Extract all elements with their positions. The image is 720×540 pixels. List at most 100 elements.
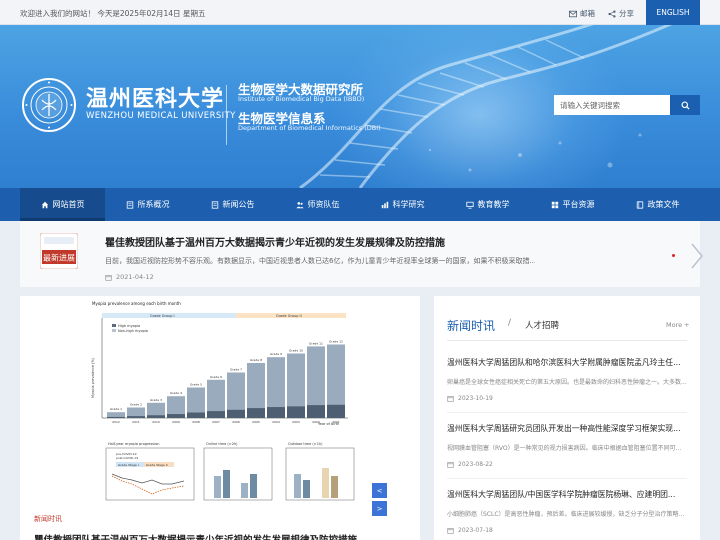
list-item-title[interactable]: 温州医科大学周猛团队/中国医学科学院肿瘤医院杨琳、应建明团...	[447, 489, 687, 500]
figure-year-label: 2004	[272, 420, 280, 424]
panel-b-pre-line	[111, 473, 185, 485]
welcome-text: 欢迎进入我们的网站！ 今天是2025年02月14日 星期五	[20, 9, 206, 18]
main-nav: 网站首页 所系概况 新闻公告 师资队伍 科学研究 教育教学 平台资源 政策文件	[0, 188, 720, 221]
grid-icon	[551, 201, 558, 208]
figure-year-label: 2005	[252, 420, 260, 424]
book-icon	[636, 200, 643, 209]
figure-bar-high	[247, 408, 265, 418]
figure-year-label: 2009	[172, 420, 180, 424]
figure-bar-high	[267, 407, 285, 418]
figure-grade-label: Grade 1	[110, 407, 122, 411]
figure-grade-label: Grade 2	[130, 403, 142, 407]
nav-label: 教育教学	[477, 200, 510, 209]
nav-item-platform[interactable]: 平台资源	[530, 188, 615, 221]
tab-news[interactable]: 新闻时讯	[447, 317, 495, 334]
main-news-tag: 新闻时讯	[34, 515, 62, 523]
legend-nonhigh: Non-high myopia	[118, 329, 148, 333]
figure-year-label: 2003	[292, 420, 300, 424]
department-name-en: Department of Biomedical Informatics (DB…	[238, 124, 381, 132]
panel-d-bars	[294, 468, 338, 498]
figure-grade-label: Grade 8	[250, 358, 262, 362]
list-item[interactable]: 温州医科大学周猛团队和哈尔滨医科大学附属肿瘤医院孟凡玲主任... 卵巢癌是全球女…	[447, 357, 687, 402]
calendar-icon	[447, 528, 454, 534]
slider-prev-button[interactable]: <	[372, 483, 387, 498]
date-text: 2023-07-18	[458, 527, 493, 534]
mail-label: 邮箱	[580, 9, 595, 18]
figure-bar-high	[287, 406, 305, 418]
news-list-panel: 新闻时讯 / 人才招聘 More + 温州医科大学周猛团队和哈尔滨医科大学附属肿…	[434, 296, 700, 540]
chevron-right-icon[interactable]	[690, 243, 704, 269]
figure-grade-label: Grade 3	[150, 398, 162, 402]
figure-grade-label: Grade 5	[190, 383, 202, 387]
legend-high: High myopia	[118, 324, 140, 328]
figure-grade-label: Grade 6	[210, 375, 222, 379]
figure-ylabel: Myopia prevalence (%)	[91, 357, 95, 398]
institute-name-en: Institute of Biomedical Big Data (IBBD)	[238, 95, 365, 103]
figure-year-label: 2007	[212, 420, 220, 424]
screen-icon	[465, 201, 474, 209]
share-icon	[608, 9, 616, 18]
tab-recruitment[interactable]: 人才招聘	[525, 319, 559, 331]
figure-year-label: 2002	[312, 420, 320, 424]
slider-next-button[interactable]: >	[372, 501, 387, 516]
document-icon	[126, 200, 133, 209]
nav-item-home[interactable]: 网站首页	[20, 188, 105, 221]
share-label: 分享	[619, 9, 634, 18]
home-icon	[41, 201, 48, 208]
tab-separator: /	[508, 318, 512, 328]
figure-year-label: 2001	[332, 420, 340, 424]
nav-label: 新闻公告	[222, 200, 255, 209]
date-text: 2023-08-22	[458, 461, 493, 468]
search-button[interactable]	[670, 95, 700, 115]
list-item-title[interactable]: 温州医科大学周猛研究员团队开发出一种高性能深度学习框架实现...	[447, 423, 687, 434]
university-name-cn: 温州医科大学	[86, 86, 225, 112]
featured-news[interactable]: 最新进展 瞿佳教授团队基于温州百万大数据揭示青少年近视的发生发展规律及防控措施 …	[20, 221, 703, 287]
nav-label: 所系概况	[137, 200, 170, 209]
panel-d-title: Outdoor time (>1h)	[288, 442, 323, 446]
panel-b-title: Half-year myopia progression	[108, 442, 159, 446]
chevron-left-icon: <	[376, 486, 383, 495]
nav-item-news[interactable]: 新闻公告	[190, 188, 275, 221]
mail-icon	[569, 10, 577, 17]
figure-year-label: 2011	[132, 420, 140, 424]
chevron-right-icon: >	[376, 504, 383, 513]
share-link[interactable]: 分享	[608, 8, 634, 19]
figure-grade-label: Grade 12	[329, 340, 343, 344]
featured-news-title[interactable]: 瞿佳教授团队基于温州百万大数据揭示青少年近视的发生发展规律及防控措施	[105, 234, 445, 249]
list-item-title[interactable]: 温州医科大学周猛团队和哈尔滨医科大学附属肿瘤医院孟凡玲主任...	[447, 357, 687, 368]
figure-bar-high	[207, 411, 225, 418]
list-item[interactable]: 温州医科大学周猛研究员团队开发出一种高性能深度学习框架实现... 视网膜血管阻塞…	[447, 423, 687, 468]
more-link[interactable]: More +	[666, 321, 690, 329]
calendar-icon	[447, 462, 454, 468]
group-label-2: Grade Group II	[276, 314, 302, 318]
date-text: 2021-04-12	[116, 273, 154, 281]
legend-swatch-nonhigh	[112, 329, 116, 332]
list-item[interactable]: 温州医科大学周猛团队/中国医学科学院肿瘤医院杨琳、应建明团... 小细胞肺癌（S…	[447, 489, 687, 534]
nav-item-faculty[interactable]: 师资队伍	[275, 188, 360, 221]
news-figure[interactable]: Myopia prevalence among each birth month…	[86, 298, 366, 508]
english-button[interactable]: ENGLISH	[646, 0, 700, 25]
nav-label: 平台资源	[562, 200, 595, 209]
university-name-en: WENZHOU MEDICAL UNIVERSITY	[86, 111, 236, 121]
divider	[447, 478, 687, 479]
carousel-dot[interactable]	[672, 254, 675, 257]
figure-bar-high	[227, 409, 245, 418]
panel-c-bars	[214, 470, 257, 498]
badge-label: 最新进展	[43, 253, 75, 263]
people-icon	[295, 201, 304, 208]
university-seal-logo	[22, 78, 76, 132]
search-input[interactable]	[554, 95, 670, 115]
stage-2-label: Grade Stage II	[146, 463, 168, 467]
figure-grade-label: Grade 9	[270, 352, 282, 356]
nav-item-research[interactable]: 科学研究	[360, 188, 445, 221]
figure-year-label: 2012	[112, 420, 120, 424]
main-news-title[interactable]: 瞿佳教授团队基于温州百万大数据揭示青少年近视的发生发展规律及防控措施	[34, 532, 357, 540]
figure-grade-label: Grade 4	[170, 391, 182, 395]
featured-news-date: 2021-04-12	[105, 273, 154, 281]
mail-link[interactable]: 邮箱	[569, 8, 595, 19]
nav-item-policy[interactable]: 政策文件	[615, 188, 700, 221]
nav-label: 师资队伍	[307, 200, 340, 209]
nav-item-education[interactable]: 教育教学	[445, 188, 530, 221]
stage-1-label: Grade Stage I	[118, 463, 139, 467]
nav-item-overview[interactable]: 所系概况	[105, 188, 190, 221]
